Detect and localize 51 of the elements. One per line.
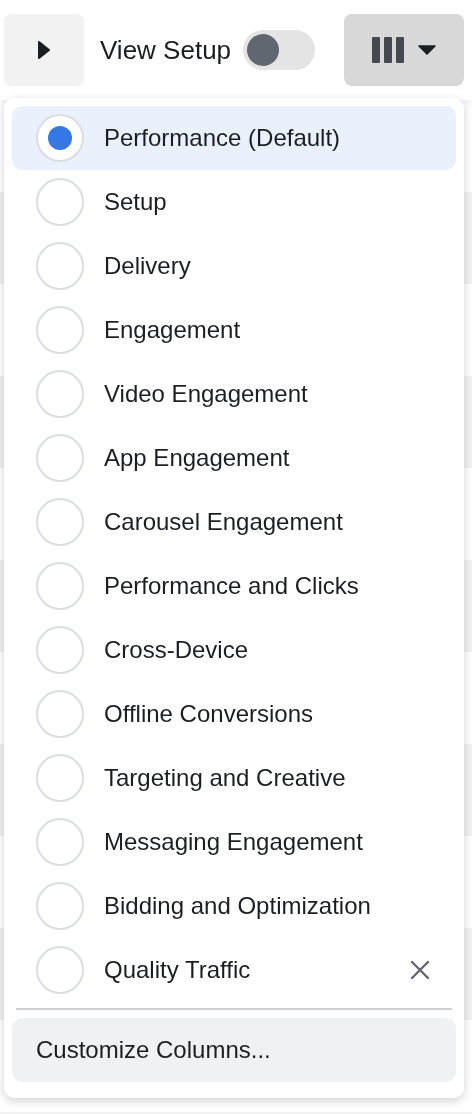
preset-label: Engagement (104, 316, 242, 344)
radio-button[interactable] (36, 498, 84, 546)
preset-item[interactable]: Performance and Clicks (12, 554, 456, 618)
preset-item[interactable]: Targeting and Creative (12, 746, 456, 810)
customize-columns-button[interactable]: Customize Columns... (12, 1018, 456, 1082)
radio-button[interactable] (36, 626, 84, 674)
view-setup-label: View Setup (100, 34, 232, 66)
radio-button[interactable] (36, 882, 84, 930)
radio-button[interactable] (36, 114, 84, 162)
radio-button[interactable] (36, 306, 84, 354)
preset-item[interactable]: Delivery (12, 234, 456, 298)
columns-icon (372, 37, 404, 63)
preset-label: Setup (104, 188, 168, 216)
radio-button[interactable] (36, 434, 84, 482)
preset-label: Bidding and Optimization (104, 892, 372, 920)
radio-button[interactable] (36, 818, 84, 866)
preset-label: Performance (Default) (104, 124, 342, 152)
preset-label: Messaging Engagement (104, 828, 364, 856)
radio-button[interactable] (36, 242, 84, 290)
preset-item[interactable]: Offline Conversions (12, 682, 456, 746)
radio-button[interactable] (36, 946, 84, 994)
preset-label: Targeting and Creative (104, 764, 347, 792)
radio-button[interactable] (36, 562, 84, 610)
preset-item[interactable]: Bidding and Optimization (12, 874, 456, 938)
radio-button[interactable] (36, 754, 84, 802)
preset-label: Cross-Device (104, 636, 250, 664)
view-setup-toggle[interactable] (243, 30, 316, 70)
close-icon[interactable] (410, 960, 430, 980)
preset-label: Carousel Engagement (104, 508, 344, 536)
preset-label: Delivery (104, 252, 192, 280)
preset-label: Performance and Clicks (104, 572, 360, 600)
radio-button[interactable] (36, 370, 84, 418)
preset-item[interactable]: Carousel Engagement (12, 490, 456, 554)
caret-icon (418, 45, 436, 55)
preset-item[interactable]: App Engagement (12, 426, 456, 490)
preset-item[interactable]: Video Engagement (12, 362, 456, 426)
radio-button[interactable] (36, 178, 84, 226)
play-button[interactable] (4, 14, 84, 86)
preset-item[interactable]: Setup (12, 170, 456, 234)
preset-item[interactable]: Quality Traffic (12, 938, 456, 1002)
preset-label: Video Engagement (104, 380, 309, 408)
radio-button[interactable] (36, 690, 84, 738)
preset-item[interactable]: Messaging Engagement (12, 810, 456, 874)
preset-item[interactable]: Performance (Default) (12, 106, 456, 170)
preset-item[interactable]: Engagement (12, 298, 456, 362)
preset-item[interactable]: Cross-Device (12, 618, 456, 682)
preset-label: App Engagement (104, 444, 291, 472)
preset-label: Offline Conversions (104, 700, 314, 728)
preset-label: Quality Traffic (104, 956, 252, 984)
columns-button[interactable] (344, 14, 464, 86)
play-icon (38, 41, 50, 59)
